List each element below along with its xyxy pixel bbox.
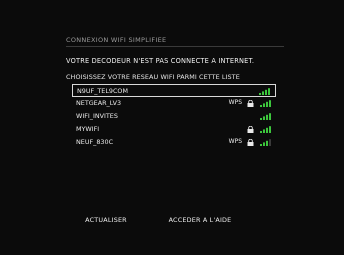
wifi-signal-icon (260, 100, 272, 107)
page-title: CONNEXION WIFI SIMPLIFIEE (66, 36, 167, 44)
refresh-button[interactable]: ACTUALISER (66, 214, 146, 226)
wifi-network-item[interactable]: MYWIFI (72, 123, 276, 136)
lock-icon (247, 125, 254, 133)
wifi-signal-icon (260, 113, 272, 120)
status-message: VOTRE DECODEUR N'EST PAS CONNECTE A INTE… (66, 57, 255, 65)
wps-label: WPS (228, 138, 242, 145)
wifi-network-list: N9UF_TEL9COM NETGEAR_LV3 WPS WIFI_INVITE… (72, 84, 276, 149)
wifi-network-item[interactable]: NEUF_830C WPS (72, 136, 276, 149)
wps-label: WPS (228, 99, 242, 106)
network-name: N9UF_TEL9COM (77, 87, 128, 95)
lock-icon (247, 99, 254, 107)
network-name: NETGEAR_LV3 (76, 99, 122, 107)
wifi-network-item[interactable]: WIFI_INVITES (72, 110, 276, 123)
network-name: NEUF_830C (76, 138, 114, 146)
network-name: MYWIFI (76, 125, 100, 133)
wifi-signal-icon (259, 88, 271, 95)
wifi-network-item[interactable]: N9UF_TEL9COM (72, 84, 276, 97)
lock-icon (247, 138, 254, 146)
wifi-signal-icon (260, 126, 272, 133)
network-name: WIFI_INVITES (76, 112, 118, 120)
wifi-signal-icon (260, 139, 272, 146)
wifi-network-item[interactable]: NETGEAR_LV3 WPS (72, 97, 276, 110)
instruction-text: CHOISISSEZ VOTRE RESEAU WIFI PARMI CETTE… (66, 73, 240, 81)
title-divider (66, 46, 284, 47)
help-button[interactable]: ACCEDER A L'AIDE (158, 214, 242, 226)
